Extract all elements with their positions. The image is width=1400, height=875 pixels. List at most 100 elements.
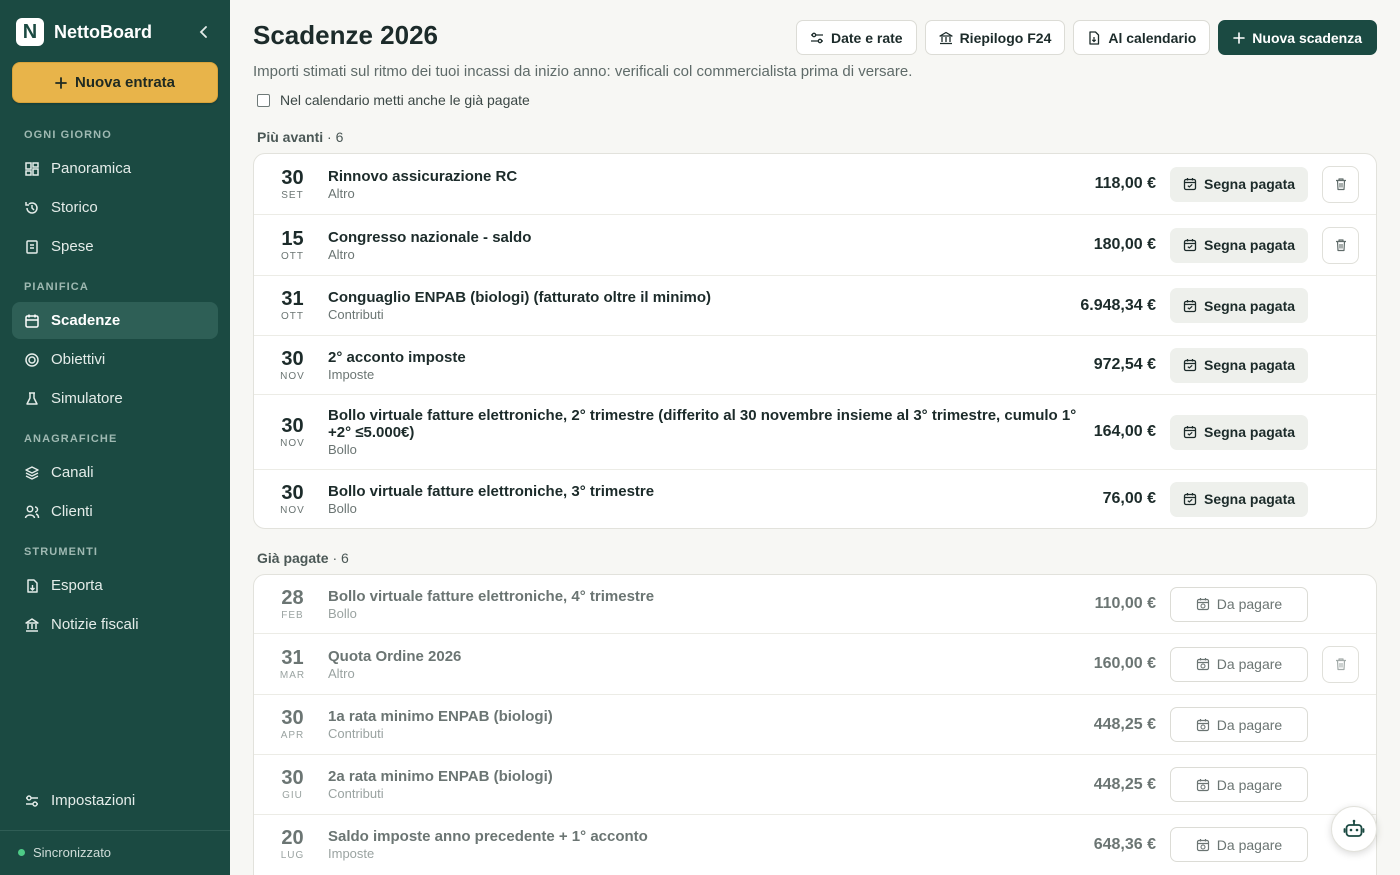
deadline-category: Bollo: [328, 500, 357, 516]
sidebar-item-storico[interactable]: Storico: [12, 189, 218, 226]
deadline-row: 30 APR 1a rata minimo ENPAB (biologi) Co…: [254, 695, 1376, 755]
sidebar-item-impostazioni[interactable]: Impostazioni: [12, 782, 218, 819]
sidebar-item-simulatore[interactable]: Simulatore: [12, 380, 218, 417]
deadline-info: Congresso nazionale - saldo Altro: [328, 229, 1088, 262]
new-entry-button[interactable]: Nuova entrata: [12, 62, 218, 103]
deadline-info: Conguaglio ENPAB (biologi) (fatturato ol…: [328, 289, 1088, 322]
group-label-upcoming: Più avanti · 6: [257, 129, 344, 145]
mark-paid-button[interactable]: Segna pagata: [1170, 347, 1308, 383]
deadline-title: 2° acconto imposte: [328, 348, 466, 366]
deadline-category: Bollo: [328, 442, 357, 457]
calendar-undo-icon: [1196, 778, 1209, 791]
calendar-check-icon: [1183, 359, 1197, 372]
sidebar-item-panoramica[interactable]: Panoramica: [12, 150, 218, 187]
mark-paid-button[interactable]: Segna pagata: [1170, 166, 1308, 202]
mark-paid-button[interactable]: Segna pagata: [1170, 481, 1308, 517]
sidebar-item-clienti[interactable]: Clienti: [12, 493, 218, 530]
deadline-info: 2° acconto imposte Imposte: [328, 349, 1088, 382]
file-download-icon: [1089, 30, 1100, 45]
deadline-amount: 164,00 €: [1093, 423, 1156, 440]
deadline-info: Rinnovo assicurazione RC Altro: [328, 168, 1088, 201]
deadline-amount: 448,25 €: [1093, 715, 1156, 733]
upcoming-list: 30 SET Rinnovo assicurazione RC Altro 11…: [253, 153, 1377, 529]
deadline-category: Bollo: [328, 605, 357, 621]
users-icon: [24, 505, 40, 518]
dashboard-icon: [25, 161, 39, 176]
deadline-date: 30 GIU: [281, 767, 304, 801]
include-paid-toggle[interactable]: Nel calendario metti anche le già pagate: [257, 92, 530, 108]
trash-icon: [1335, 178, 1346, 191]
calendar-check-icon: [1183, 493, 1197, 506]
section-label-ogni-giorno: OGNI GIORNO: [24, 129, 112, 141]
deadline-row: 30 SET Rinnovo assicurazione RC Altro 11…: [254, 154, 1376, 215]
calendar-undo-icon: [1196, 658, 1209, 671]
sidebar-divider: [0, 830, 230, 831]
mark-unpaid-button[interactable]: Da pagare: [1170, 646, 1308, 682]
section-label-strumenti: STRUMENTI: [24, 546, 99, 558]
plus-icon: [55, 76, 67, 89]
mark-unpaid-button[interactable]: Da pagare: [1170, 586, 1308, 622]
calendar-check-icon: [1183, 299, 1197, 312]
deadline-date: 31 MAR: [279, 646, 306, 681]
calendar-check-icon: [1183, 239, 1197, 252]
include-paid-checkbox[interactable]: [257, 93, 270, 107]
mark-paid-button[interactable]: Segna pagata: [1170, 414, 1308, 450]
app-name: NettoBoard: [54, 21, 152, 42]
sidebar-item-spese[interactable]: Spese: [12, 228, 218, 265]
history-icon: [25, 201, 38, 214]
deadline-category: Altro: [328, 185, 355, 201]
deadline-row: 28 FEB Bollo virtuale fatture elettronic…: [254, 575, 1376, 634]
target-icon: [25, 352, 39, 367]
deadline-title: Saldo imposte anno precedente + 1° accon…: [328, 828, 648, 845]
assistant-bot-button[interactable]: [1331, 806, 1377, 852]
deadline-row: 30 NOV 2° acconto imposte Imposte 972,54…: [254, 336, 1376, 395]
new-deadline-button[interactable]: Nuova scadenza: [1218, 20, 1377, 55]
deadline-amount: 972,54 €: [1093, 356, 1156, 373]
receipt-icon: [26, 239, 38, 254]
deadline-amount: 448,25 €: [1093, 775, 1156, 793]
export-icon: [27, 578, 38, 593]
page-title: Scadenze 2026: [253, 20, 439, 50]
sidebar: N NettoBoard Nuova entrata OGNI GIORNO P…: [0, 0, 230, 875]
deadline-amount: 180,00 €: [1093, 236, 1156, 253]
deadline-amount: 6.948,34 €: [1080, 296, 1156, 314]
deadline-category: Imposte: [328, 846, 375, 861]
brand[interactable]: N NettoBoard: [16, 18, 152, 46]
deadline-date: 15 OTT: [281, 227, 304, 262]
mark-unpaid-button[interactable]: Da pagare: [1170, 827, 1308, 862]
page-subtitle: Importi stimati sul ritmo dei tuoi incas…: [253, 63, 913, 80]
sidebar-item-esporta[interactable]: Esporta: [12, 567, 218, 604]
calendar-icon: [25, 314, 39, 328]
delete-button[interactable]: [1322, 645, 1359, 683]
calendar-check-icon: [1183, 426, 1197, 439]
mark-paid-button[interactable]: Segna pagata: [1170, 227, 1308, 263]
dates-rates-button[interactable]: Date e rate: [795, 20, 917, 55]
deadline-title: Bollo virtuale fatture elettroniche, 3° …: [328, 482, 655, 500]
deadline-amount: 110,00 €: [1094, 595, 1156, 612]
deadline-amount: 76,00 €: [1102, 490, 1156, 507]
deadline-info: Bollo virtuale fatture elettroniche, 3° …: [328, 483, 1088, 516]
sidebar-item-canali[interactable]: Canali: [12, 454, 218, 491]
delete-button[interactable]: [1322, 226, 1359, 264]
deadline-amount: 118,00 €: [1094, 175, 1156, 192]
deadline-info: Quota Ordine 2026 Altro: [328, 648, 1088, 681]
deadline-row: 31 MAR Quota Ordine 2026 Altro 160,00 € …: [254, 634, 1376, 695]
deadline-category: Imposte: [328, 366, 375, 382]
sync-status: Sincronizzato: [18, 845, 111, 860]
settings-sliders-icon: [26, 794, 38, 807]
delete-button[interactable]: [1322, 165, 1359, 203]
mark-unpaid-button[interactable]: Da pagare: [1170, 767, 1308, 802]
deadline-title: Quota Ordine 2026: [328, 647, 462, 665]
sidebar-item-scadenze[interactable]: Scadenze: [12, 302, 218, 339]
sidebar-item-notizie-fiscali[interactable]: Notizie fiscali: [12, 606, 218, 643]
trash-icon: [1335, 658, 1346, 671]
mark-paid-button[interactable]: Segna pagata: [1170, 288, 1308, 323]
collapse-sidebar-icon[interactable]: [194, 22, 214, 42]
f24-summary-button[interactable]: Riepilogo F24: [924, 20, 1066, 55]
mark-unpaid-button[interactable]: Da pagare: [1170, 707, 1308, 742]
sidebar-item-obiettivi[interactable]: Obiettivi: [12, 341, 218, 378]
to-calendar-button[interactable]: Al calendario: [1073, 20, 1211, 55]
deadline-date: 28 FEB: [281, 586, 304, 621]
app-logo: N: [16, 18, 44, 46]
sliders-icon: [810, 32, 823, 43]
